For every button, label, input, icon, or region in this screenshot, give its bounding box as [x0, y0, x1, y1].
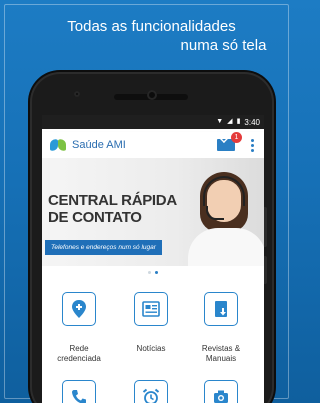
phone-sensor	[74, 91, 80, 97]
newspaper-icon	[142, 301, 160, 317]
rede-credenciada-label: Rede credenciada	[47, 344, 111, 364]
promo-headline-line2: numa só tela	[180, 37, 267, 54]
alarm-clock-icon	[142, 388, 160, 403]
app-title: Saúde AMI	[72, 139, 126, 151]
wifi-icon: ▼	[216, 118, 224, 125]
banner-title-line1: CENTRAL RÁPIDA	[48, 192, 177, 209]
label-line: Rede	[69, 344, 89, 353]
call-center-agent-image	[182, 166, 264, 266]
revistas-manuais-button[interactable]	[204, 292, 238, 326]
banner-title-line2: DE CONTATO	[48, 209, 142, 226]
noticias-button[interactable]	[134, 292, 168, 326]
magazine-download-icon	[215, 301, 227, 317]
phone-icon	[72, 390, 86, 403]
alarm-button[interactable]	[134, 380, 168, 403]
carousel-dot[interactable]	[148, 270, 151, 274]
promo-headline-line1: Todas as funcionalidades	[67, 18, 236, 35]
carousel-dot-active[interactable]	[155, 270, 158, 274]
overflow-menu-icon[interactable]	[251, 138, 254, 152]
camera-icon	[214, 390, 228, 403]
phone-screen: Saúde AMI 1 CENTRAL RÁPIDA DE CONTATO Te…	[42, 118, 264, 403]
status-time: 3:40	[244, 117, 260, 127]
banner-carousel[interactable]: CENTRAL RÁPIDA DE CONTATO Telefones e en…	[42, 158, 264, 266]
battery-icon: ▮	[236, 118, 241, 125]
label-line: Revistas &	[201, 344, 241, 353]
revistas-manuais-label: Revistas & Manuais	[189, 344, 253, 364]
rede-credenciada-button[interactable]	[62, 292, 96, 326]
location-pin-icon	[72, 300, 86, 318]
banner-title: CENTRAL RÁPIDA DE CONTATO	[48, 192, 177, 226]
notification-badge: 1	[231, 132, 242, 143]
banner-tagline: Telefones e endereços num só lugar	[45, 240, 162, 255]
noticias-label: Notícias	[136, 344, 166, 353]
label-line: Manuais	[205, 354, 237, 363]
phone-front-camera	[147, 90, 157, 100]
phone-button[interactable]	[62, 380, 96, 403]
camera-button[interactable]	[204, 380, 238, 403]
carousel-indicator	[42, 268, 264, 276]
mail-icon[interactable]: 1	[217, 132, 242, 151]
signal-icon: ◢	[227, 118, 233, 125]
app-bar: Saúde AMI 1	[42, 132, 264, 158]
status-bar: ▼ ◢ ▮ 3:40	[42, 115, 264, 129]
logo-icon	[50, 138, 66, 152]
label-line: credenciada	[57, 354, 101, 363]
